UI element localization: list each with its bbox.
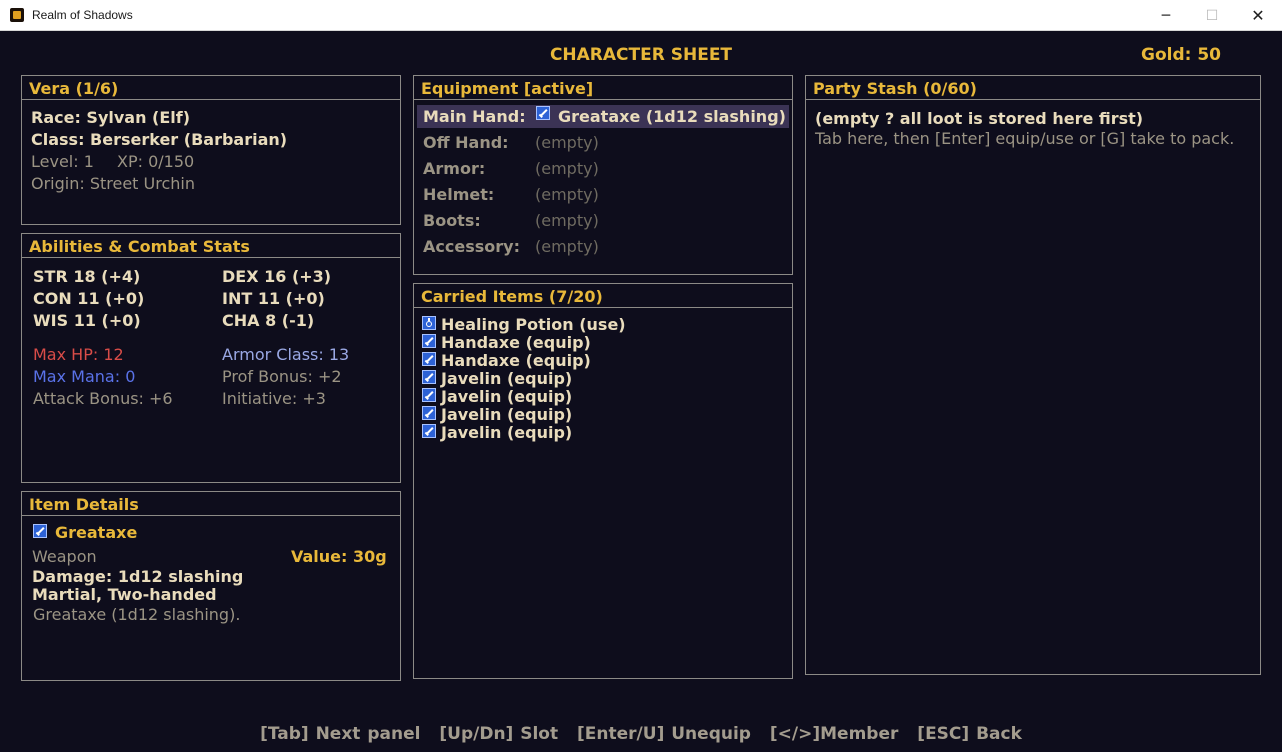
max-hp: Max HP: 12: [33, 345, 124, 364]
slot-value-armor[interactable]: (empty): [535, 159, 599, 179]
slot-value-accessory[interactable]: (empty): [535, 237, 599, 257]
carried-item[interactable]: Javelin (equip): [441, 369, 572, 389]
slot-value-boots[interactable]: (empty): [535, 211, 599, 231]
gold-counter: Gold: 50: [1141, 45, 1222, 65]
carried-item[interactable]: Healing Potion (use): [441, 315, 626, 335]
item-category: Weapon: [32, 547, 97, 566]
screen-title: CHARACTER SHEET: [549, 45, 733, 65]
slot-label-boots[interactable]: Boots:: [423, 211, 481, 231]
prof-bonus: Prof Bonus: +2: [222, 367, 342, 386]
slot-label-main-hand[interactable]: Main Hand:: [423, 107, 526, 127]
initiative: Initiative: +3: [222, 389, 326, 408]
race-text: Race: Sylvan (Elf): [31, 108, 191, 127]
stat-str: STR 18 (+4): [33, 267, 141, 286]
equipment-panel[interactable]: Equipment [active] Main Hand: Greataxe (…: [413, 75, 793, 275]
carried-item[interactable]: Handaxe (equip): [441, 333, 591, 353]
slot-value-off-hand[interactable]: (empty): [535, 133, 599, 153]
sword-icon: [422, 424, 436, 438]
stat-con: CON 11 (+0): [33, 289, 145, 308]
slot-label-helmet[interactable]: Helmet:: [423, 185, 494, 205]
hint-member: [</>]Member: [769, 724, 899, 744]
party-stash-panel[interactable]: Party Stash (0/60) (empty ? all loot is …: [805, 75, 1261, 675]
sword-icon: [422, 406, 436, 420]
slot-value-helmet[interactable]: (empty): [535, 185, 599, 205]
carried-item[interactable]: Javelin (equip): [441, 423, 572, 443]
carried-item[interactable]: Javelin (equip): [441, 405, 572, 425]
hint-next-panel: [Tab] Next panel: [260, 724, 421, 744]
potion-icon: [422, 316, 436, 330]
stash-hint: Tab here, then [Enter] equip/use or [G] …: [815, 129, 1235, 148]
class-text: Class: Berserker (Barbarian): [31, 130, 288, 149]
close-button[interactable]: ✕: [1235, 0, 1281, 31]
item-details-panel-title: Item Details: [22, 492, 400, 516]
item-damage: Damage: 1d12 slashing: [32, 567, 244, 586]
carried-items-panel[interactable]: Carried Items (7/20) Healing Potion (use…: [413, 283, 793, 679]
carried-item[interactable]: Handaxe (equip): [441, 351, 591, 371]
xp-text: XP: 0/150: [117, 152, 195, 171]
stat-cha: CHA 8 (-1): [222, 311, 315, 330]
slot-label-accessory[interactable]: Accessory:: [423, 237, 520, 257]
sword-icon: [422, 352, 436, 366]
abilities-panel-title: Abilities & Combat Stats: [22, 234, 400, 258]
minimize-button[interactable]: ─: [1143, 0, 1189, 31]
app-icon: [10, 8, 24, 22]
item-description: Greataxe (1d12 slashing).: [33, 605, 241, 624]
sword-icon: [422, 370, 436, 384]
hint-back: [ESC] Back: [917, 724, 1022, 744]
window-titlebar: Realm of Shadows ─ ☐ ✕: [0, 0, 1282, 31]
hint-slot: [Up/Dn] Slot: [439, 724, 559, 744]
hint-unequip: [Enter/U] Unequip: [577, 724, 751, 744]
slot-label-armor[interactable]: Armor:: [423, 159, 485, 179]
key-hints: [Tab] Next panel [Up/Dn] Slot [Enter/U] …: [1, 724, 1281, 744]
attack-bonus: Attack Bonus: +6: [33, 389, 173, 408]
party-stash-panel-title: Party Stash (0/60): [806, 76, 1260, 100]
game-screen: CHARACTER SHEET Gold: 50 Vera (1/6) Race…: [1, 31, 1281, 752]
carried-item[interactable]: Javelin (equip): [441, 387, 572, 407]
armor-class: Armor Class: 13: [222, 345, 350, 364]
item-name: Greataxe: [55, 523, 138, 542]
slot-label-off-hand[interactable]: Off Hand:: [423, 133, 509, 153]
sword-icon: [422, 388, 436, 402]
maximize-button[interactable]: ☐: [1189, 0, 1235, 31]
equipment-panel-title: Equipment [active]: [414, 76, 792, 100]
stat-dex: DEX 16 (+3): [222, 267, 332, 286]
item-value: Value: 30g: [291, 547, 387, 566]
item-properties: Martial, Two-handed: [32, 585, 217, 604]
character-panel[interactable]: Vera (1/6) Race: Sylvan (Elf) Class: Ber…: [21, 75, 401, 225]
max-mana: Max Mana: 0: [33, 367, 136, 386]
level-text: Level: 1: [31, 152, 94, 171]
sword-icon: [536, 106, 550, 120]
stat-int: INT 11 (+0): [222, 289, 325, 308]
stash-empty-text: (empty ? all loot is stored here first): [815, 109, 1144, 128]
sword-icon: [422, 334, 436, 348]
window-title: Realm of Shadows: [32, 8, 133, 22]
slot-value-main-hand[interactable]: Greataxe (1d12 slashing): [558, 107, 786, 127]
sword-icon: [33, 524, 47, 538]
carried-items-panel-title: Carried Items (7/20): [414, 284, 792, 308]
character-panel-title: Vera (1/6): [22, 76, 400, 100]
origin-text: Origin: Street Urchin: [31, 174, 195, 193]
abilities-panel[interactable]: Abilities & Combat Stats STR 18 (+4) DEX…: [21, 233, 401, 483]
stat-wis: WIS 11 (+0): [33, 311, 141, 330]
item-details-panel[interactable]: Item Details Greataxe Weapon Value: 30g …: [21, 491, 401, 681]
